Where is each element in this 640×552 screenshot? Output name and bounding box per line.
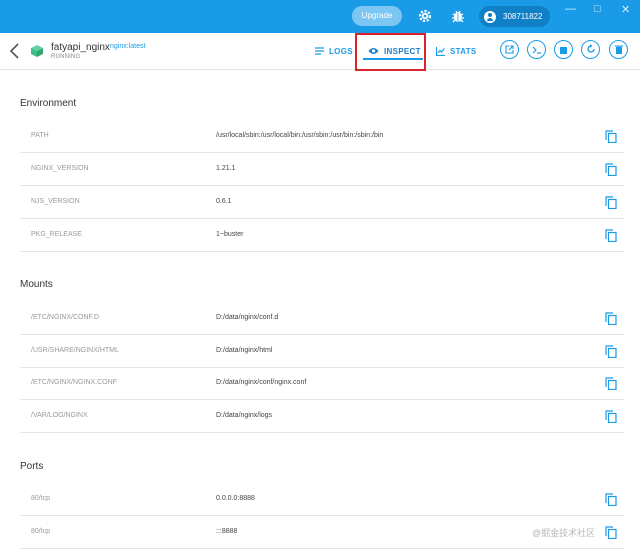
chart-icon — [436, 46, 445, 56]
copy-icon[interactable] — [605, 526, 617, 540]
section-title-mounts: Mounts — [20, 279, 53, 290]
account-button[interactable]: 308711822 — [479, 6, 550, 27]
port-key: 80/tcp — [31, 528, 51, 535]
tab-logs-label: LOGS — [329, 46, 353, 56]
copy-icon[interactable] — [605, 493, 617, 507]
copy-icon[interactable] — [605, 130, 617, 144]
mount-key: /ETC/NGINX/CONF.D — [31, 314, 100, 321]
env-key: PKG_RELEASE — [31, 231, 82, 238]
env-value: /usr/local/sbin:/usr/local/bin:/usr/sbin… — [216, 132, 384, 139]
maximize-icon[interactable]: □ — [594, 3, 601, 15]
container-name: fatyapi_nginx — [51, 42, 110, 53]
copy-icon[interactable] — [605, 196, 617, 210]
inspect-panel: Environment PATH /usr/local/sbin:/usr/lo… — [0, 71, 640, 552]
tab-stats[interactable]: STATS — [436, 42, 477, 60]
env-key: PATH — [31, 132, 49, 139]
port-value: 0.0.0.0:8888 — [216, 495, 255, 502]
mount-key: /USR/SHARE/NGINX/HTML — [31, 347, 119, 354]
account-name: 308711822 — [503, 12, 543, 21]
mount-row: /ETC/NGINX/CONF.D D:/data/nginx/conf.d — [20, 302, 624, 335]
container-cube-icon — [30, 44, 44, 63]
copy-icon[interactable] — [605, 312, 617, 326]
user-icon — [484, 10, 496, 23]
env-value: 1~buster — [216, 231, 244, 238]
section-title-environment: Environment — [20, 98, 77, 109]
restart-button[interactable] — [581, 40, 600, 59]
stop-icon — [560, 41, 567, 59]
mount-row: /VAR/LOG/NGINX D:/data/nginx/logs — [20, 400, 624, 433]
list-icon — [315, 47, 324, 55]
mount-key: /ETC/NGINX/NGINX.CONF — [31, 379, 117, 386]
env-key: NJS_VERSION — [31, 198, 80, 205]
port-value: :::8888 — [216, 528, 238, 535]
tab-logs[interactable]: LOGS — [315, 42, 353, 60]
section-title-ports: Ports — [20, 461, 44, 472]
container-header: fatyapi_nginx nginx:latest RUNNING LOGS … — [0, 33, 640, 71]
env-row: PATH /usr/local/sbin:/usr/local/bin:/usr… — [20, 120, 624, 153]
env-row: NJS_VERSION 0.6.1 — [20, 186, 624, 219]
tab-stats-label: STATS — [450, 46, 477, 56]
container-image-link[interactable]: nginx:latest — [110, 43, 145, 50]
title-bar: Upgrade 308711822 — □ ✕ — [0, 0, 640, 33]
port-row: 80/tcp 0.0.0.0:8888 — [20, 483, 624, 516]
mount-row: /USR/SHARE/NGINX/HTML D:/data/nginx/html — [20, 335, 624, 368]
mount-key: /VAR/LOG/NGINX — [31, 412, 88, 419]
watermark: @掘金技术社区 — [532, 528, 596, 538]
mount-value: D:/data/nginx/html — [216, 347, 273, 354]
gear-icon[interactable] — [417, 8, 433, 24]
close-icon[interactable]: ✕ — [621, 3, 630, 16]
terminal-icon — [532, 41, 542, 59]
minimize-icon[interactable]: — — [565, 3, 576, 15]
terminal-button[interactable] — [527, 40, 546, 59]
env-value: 1.21.1 — [216, 165, 236, 172]
env-row: NGINX_VERSION 1.21.1 — [20, 153, 624, 186]
back-chevron-icon[interactable] — [8, 42, 22, 60]
port-key: 80/tcp — [31, 495, 51, 502]
env-value: 0.6.1 — [216, 198, 232, 205]
delete-button[interactable] — [609, 40, 628, 59]
mount-value: D:/data/nginx/conf.d — [216, 314, 279, 321]
env-row: PKG_RELEASE 1~buster — [20, 219, 624, 252]
mount-row: /ETC/NGINX/NGINX.CONF D:/data/nginx/conf… — [20, 367, 624, 400]
delete-icon — [614, 41, 623, 59]
restart-icon — [586, 41, 596, 59]
open-external-button[interactable] — [500, 40, 519, 59]
container-status: RUNNING — [51, 54, 81, 60]
copy-icon[interactable] — [605, 377, 617, 391]
bug-icon[interactable] — [450, 8, 466, 24]
copy-icon[interactable] — [605, 410, 617, 424]
highlight-annotation — [355, 33, 426, 71]
copy-icon[interactable] — [605, 163, 617, 177]
upgrade-button[interactable]: Upgrade — [352, 6, 402, 26]
copy-icon[interactable] — [605, 345, 617, 359]
mount-value: D:/data/nginx/conf/nginx.conf — [216, 379, 307, 386]
mount-value: D:/data/nginx/logs — [216, 412, 273, 419]
copy-icon[interactable] — [605, 229, 617, 243]
open-external-icon — [505, 41, 514, 59]
env-key: NGINX_VERSION — [31, 165, 89, 172]
stop-button[interactable] — [554, 40, 573, 59]
